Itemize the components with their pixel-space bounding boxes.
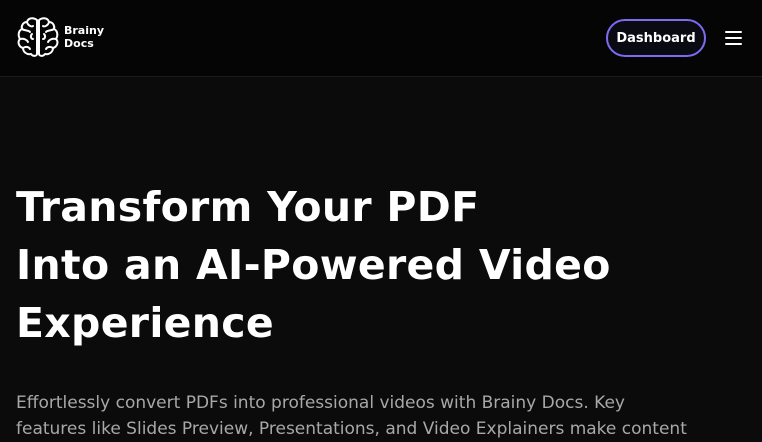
menu-bar-bottom bbox=[725, 43, 742, 45]
brand-name-line2: Docs bbox=[64, 37, 94, 50]
brand-logo[interactable]: Brainy Docs bbox=[15, 14, 104, 60]
menu-bar-middle bbox=[725, 37, 742, 39]
brain-icon bbox=[17, 17, 59, 57]
hero-title-line: Into an AI-Powered Video bbox=[16, 241, 611, 289]
hero-subtitle-line: features like Slides Preview, Presentati… bbox=[16, 419, 687, 439]
brand-name-line1: Brainy bbox=[64, 24, 105, 37]
hero-subtitle-line: Effortlessly convert PDFs into professio… bbox=[16, 393, 625, 413]
top-navbar: Brainy Docs Dashboard bbox=[0, 0, 762, 77]
hamburger-menu-icon[interactable] bbox=[723, 29, 743, 47]
menu-bar-top bbox=[725, 31, 742, 33]
hero-title-line: Transform Your PDF bbox=[16, 183, 480, 231]
hero-title: Transform Your PDF Into an AI-Powered Vi… bbox=[16, 178, 611, 352]
dashboard-button[interactable]: Dashboard bbox=[606, 19, 706, 57]
brand-name: Brainy Docs bbox=[64, 24, 104, 50]
hero-title-line: Experience bbox=[16, 299, 274, 347]
hero-subtitle: Effortlessly convert PDFs into professio… bbox=[16, 390, 762, 442]
